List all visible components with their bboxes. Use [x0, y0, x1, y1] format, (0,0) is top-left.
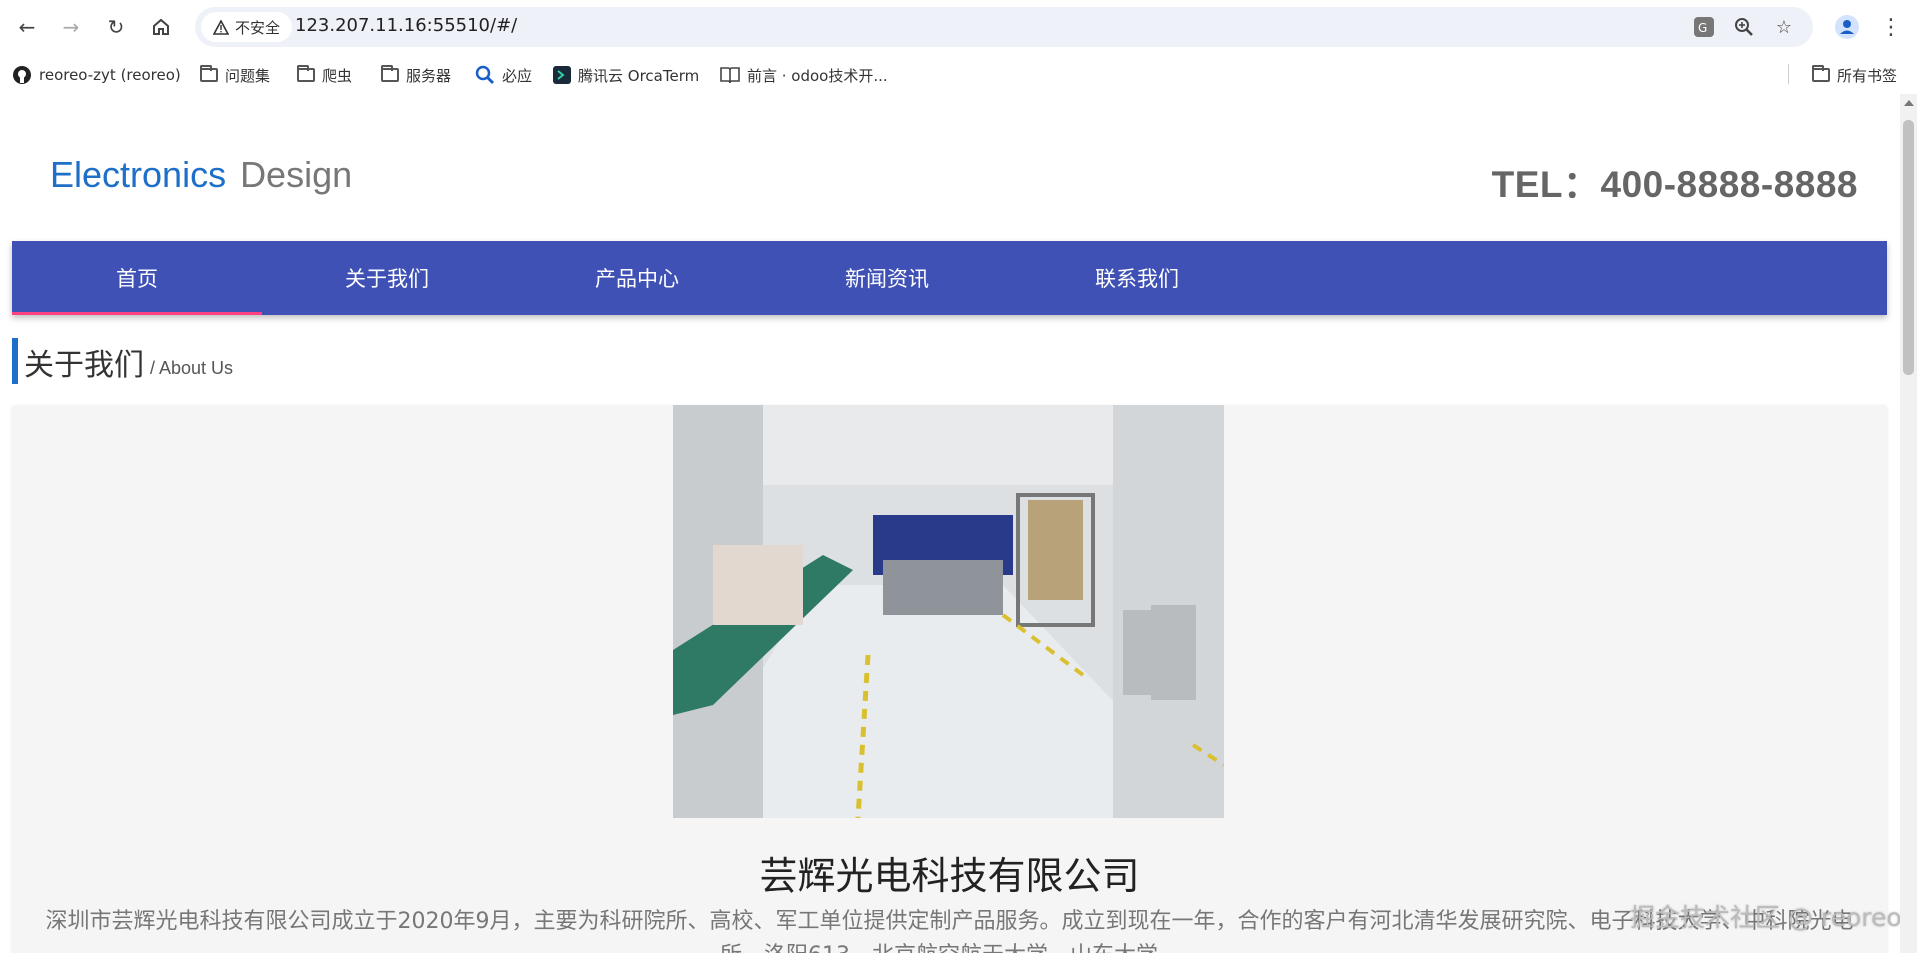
bookmark-label: 问题集 [225, 66, 271, 85]
nav-contact[interactable]: 联系我们 [1012, 241, 1262, 315]
section-title-en: / About Us [150, 358, 234, 378]
site-logo[interactable]: Electronics Design [50, 154, 352, 196]
bookmark-star-icon[interactable]: ☆ [1770, 13, 1798, 41]
back-icon[interactable]: ← [12, 12, 42, 42]
logo-primary: Electronics [50, 154, 227, 195]
menu-icon[interactable]: ⋮ [1876, 12, 1906, 42]
search-icon [475, 65, 495, 85]
company-description: 深圳市芸辉光电科技有限公司成立于2020年9月，主要为科研院所、高校、军工单位提… [45, 909, 1854, 953]
svg-text:G: G [1698, 21, 1707, 35]
folder-icon [381, 65, 399, 82]
home-icon[interactable] [146, 12, 176, 42]
address-bar[interactable]: 不安全 123.207.11.16:55510/#/ G ☆ [195, 7, 1813, 47]
main-navbar: 首页 关于我们 产品中心 新闻资讯 联系我们 [12, 241, 1887, 315]
all-bookmarks-label: 所有书签 [1837, 66, 1898, 85]
url-text[interactable]: 123.207.11.16:55510/#/ [295, 15, 517, 36]
zoom-icon[interactable] [1730, 13, 1758, 41]
scroll-thumb[interactable] [1903, 120, 1914, 375]
nav-products[interactable]: 产品中心 [512, 241, 762, 315]
bookmarks-bar: reoreo-zyt (reoreo) 问题集 爬虫 服务器 必应 腾讯云 Or… [0, 54, 1917, 94]
translate-icon[interactable]: G [1690, 13, 1718, 41]
logo-secondary: Design [240, 154, 353, 195]
bookmark-odoo[interactable]: 前言 · odoo技术开... [720, 64, 888, 86]
bookmark-orcaterm[interactable]: 腾讯云 OrcaTerm [553, 64, 699, 86]
bookmark-label: 必应 [502, 66, 533, 85]
scroll-up-icon[interactable] [1904, 100, 1914, 106]
book-icon [720, 67, 740, 84]
profile-icon[interactable] [1832, 12, 1862, 42]
terminal-icon [553, 66, 571, 84]
bookmark-label: 服务器 [406, 66, 452, 85]
reload-icon[interactable]: ↻ [101, 12, 131, 42]
web-page: Electronics Design TEL：400-8888-8888 首页 关… [0, 94, 1900, 953]
watermark: 掘金技术社区 @ reoreo [1630, 903, 1900, 932]
bookmark-label: 爬虫 [322, 66, 353, 85]
bookmark-bing[interactable]: 必应 [475, 64, 532, 86]
folder-icon [1812, 65, 1830, 82]
nav-about[interactable]: 关于我们 [262, 241, 512, 315]
about-card: 芸辉光电科技有限公司 深圳市芸辉光电科技有限公司成立于2020年9月，主要为科研… [12, 405, 1887, 953]
nav-news[interactable]: 新闻资讯 [762, 241, 1012, 315]
page-scrollbar[interactable] [1900, 94, 1917, 953]
github-icon [13, 66, 31, 84]
bookmark-folder-server[interactable]: 服务器 [381, 64, 451, 86]
bookmark-folder-wentiji[interactable]: 问题集 [200, 64, 270, 86]
warning-icon [213, 19, 229, 35]
bookmark-label: 腾讯云 OrcaTerm [578, 66, 700, 85]
section-title-zh: 关于我们 [24, 348, 144, 383]
browser-toolbar: ← → ↻ 不安全 123.207.11.16:55510/#/ G ☆ ⋮ [0, 0, 1917, 54]
bookmark-label: 前言 · odoo技术开... [747, 66, 888, 85]
security-label: 不安全 [235, 18, 281, 37]
phone-number: TEL：400-8888-8888 [1491, 164, 1858, 205]
forward-icon[interactable]: → [56, 12, 86, 42]
lab-photo [673, 405, 1224, 818]
security-chip[interactable]: 不安全 [201, 12, 293, 42]
bookmark-label: reoreo-zyt (reoreo) [39, 66, 181, 84]
bookmark-github[interactable]: reoreo-zyt (reoreo) [12, 64, 181, 86]
all-bookmarks[interactable]: 所有书签 [1812, 64, 1897, 86]
nav-home[interactable]: 首页 [12, 241, 262, 315]
company-name: 芸辉光电科技有限公司 [759, 854, 1140, 898]
bookmarks-divider [1788, 64, 1789, 84]
bookmark-folder-pachong[interactable]: 爬虫 [297, 64, 352, 86]
section-title: 关于我们 / About Us [12, 338, 233, 384]
folder-icon [200, 65, 218, 82]
folder-icon [297, 65, 315, 82]
